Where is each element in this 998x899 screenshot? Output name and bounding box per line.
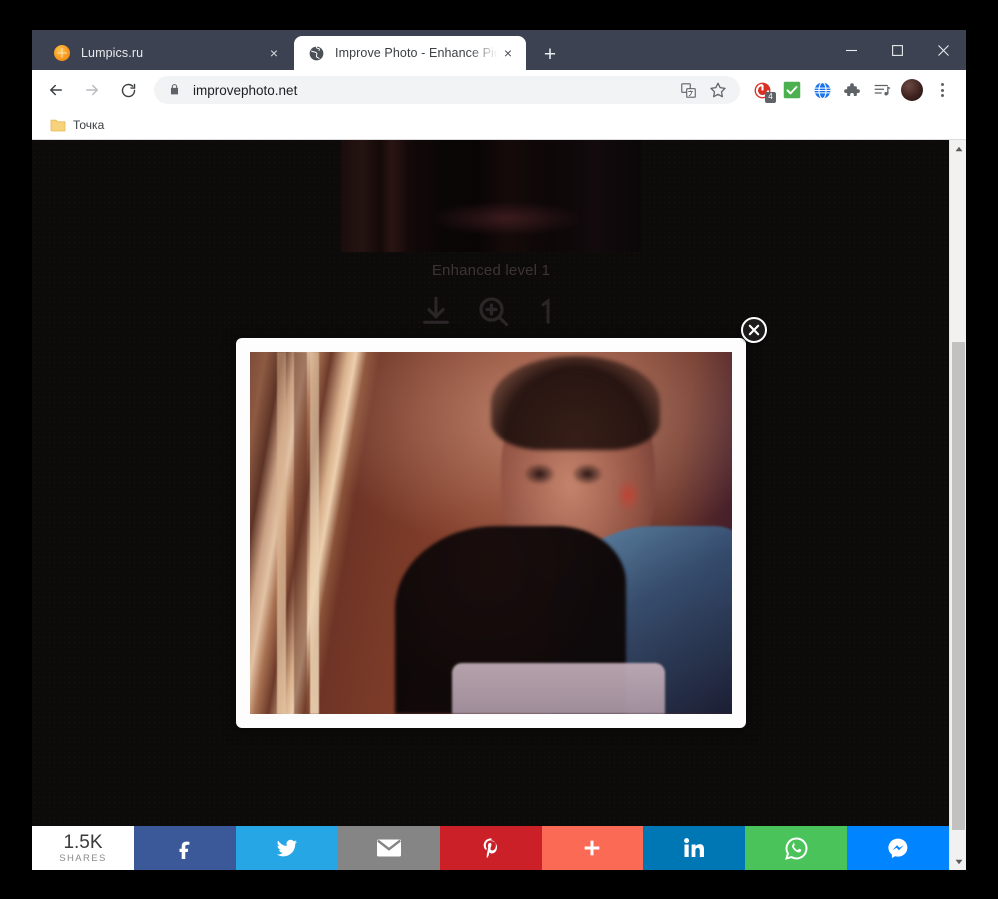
share-email-button[interactable] <box>337 826 440 870</box>
tab-lumpics[interactable]: Lumpics.ru × <box>40 36 292 70</box>
tab-improve-photo[interactable]: Improve Photo - Enhance Picture × <box>294 36 526 70</box>
email-icon <box>376 839 401 857</box>
reload-button[interactable] <box>113 75 143 105</box>
share-twitter-button[interactable] <box>235 826 338 870</box>
new-tab-button[interactable]: + <box>536 41 564 69</box>
extension-badge-count: 4 <box>765 92 776 103</box>
plus-icon <box>585 840 600 856</box>
share-linkedin-button[interactable] <box>643 826 746 870</box>
orange-circle-icon <box>54 45 70 61</box>
star-icon[interactable] <box>704 76 732 104</box>
whatsapp-icon <box>784 837 808 860</box>
lock-icon <box>168 83 182 97</box>
browser-toolbar: improvephoto.net 4 <box>32 70 966 110</box>
kebab-menu-icon[interactable] <box>928 76 956 104</box>
image-lightbox-modal <box>236 317 767 728</box>
bookmark-item-tochka[interactable]: Точка <box>42 115 112 135</box>
share-facebook-button[interactable] <box>134 826 236 870</box>
media-list-icon[interactable] <box>868 76 896 104</box>
forward-button[interactable] <box>77 75 107 105</box>
share-messenger-button[interactable] <box>847 826 949 870</box>
scrollbar-thumb[interactable] <box>952 342 965 830</box>
page-scrollbar[interactable] <box>949 140 966 870</box>
share-count[interactable]: 1.5K SHARES <box>32 826 134 870</box>
globe-icon <box>308 45 324 61</box>
avatar[interactable] <box>898 76 926 104</box>
messenger-icon <box>888 838 908 859</box>
puzzle-extensions-icon[interactable] <box>838 76 866 104</box>
browser-window: Lumpics.ru × Improve Photo - Enhance Pic… <box>32 30 966 870</box>
twitter-icon <box>276 839 297 857</box>
share-count-label: SHARES <box>59 852 107 864</box>
linkedin-icon <box>684 838 705 857</box>
folder-icon <box>50 118 66 132</box>
bookmarks-bar: Точка <box>32 110 966 140</box>
scroll-up-arrow[interactable] <box>950 140 966 157</box>
share-whatsapp-button[interactable] <box>745 826 848 870</box>
preview-action-icons <box>341 293 641 334</box>
adblock-extension-icon[interactable]: 4 <box>748 76 776 104</box>
window-controls <box>828 30 966 70</box>
bookmark-label: Точка <box>73 117 105 132</box>
tab-close-icon[interactable]: × <box>264 43 284 63</box>
minimize-button[interactable] <box>828 30 874 70</box>
close-button[interactable] <box>920 30 966 70</box>
share-more-button[interactable] <box>541 826 644 870</box>
enhanced-preview-block: Enhanced level 1 <box>341 140 641 334</box>
tab-close-icon[interactable]: × <box>498 43 518 63</box>
social-share-bar: 1.5K SHARES <box>32 826 949 870</box>
tab-title: Improve Photo - Enhance Picture <box>335 46 498 60</box>
maximize-button[interactable] <box>874 30 920 70</box>
translate-icon[interactable] <box>674 76 702 104</box>
tab-title: Lumpics.ru <box>81 46 144 60</box>
scroll-down-arrow[interactable] <box>950 853 966 870</box>
address-bar[interactable]: improvephoto.net <box>154 76 740 104</box>
back-button[interactable] <box>41 75 71 105</box>
share-pinterest-button[interactable] <box>439 826 542 870</box>
facebook-icon <box>179 841 190 859</box>
page-viewport: Enhanced level 1 1.5K SHARES <box>32 140 966 870</box>
download-icon[interactable] <box>419 294 453 333</box>
pinterest-icon <box>483 838 497 859</box>
omnibox-actions <box>672 76 732 104</box>
enhanced-preview-caption: Enhanced level 1 <box>431 262 551 279</box>
web-page: Enhanced level 1 1.5K SHARES <box>32 140 949 870</box>
tab-strip: Lumpics.ru × Improve Photo - Enhance Pic… <box>32 30 966 70</box>
enhanced-preview-image[interactable] <box>341 140 641 252</box>
globe-extension-icon[interactable] <box>808 76 836 104</box>
lightbox-photo[interactable] <box>250 352 732 714</box>
url-text: improvephoto.net <box>193 82 298 98</box>
level-one-icon[interactable] <box>533 294 563 333</box>
share-count-number: 1.5K <box>63 831 103 853</box>
modal-close-icon[interactable] <box>741 317 767 343</box>
checkmark-extension-icon[interactable] <box>778 76 806 104</box>
zoom-icon[interactable] <box>475 293 511 334</box>
